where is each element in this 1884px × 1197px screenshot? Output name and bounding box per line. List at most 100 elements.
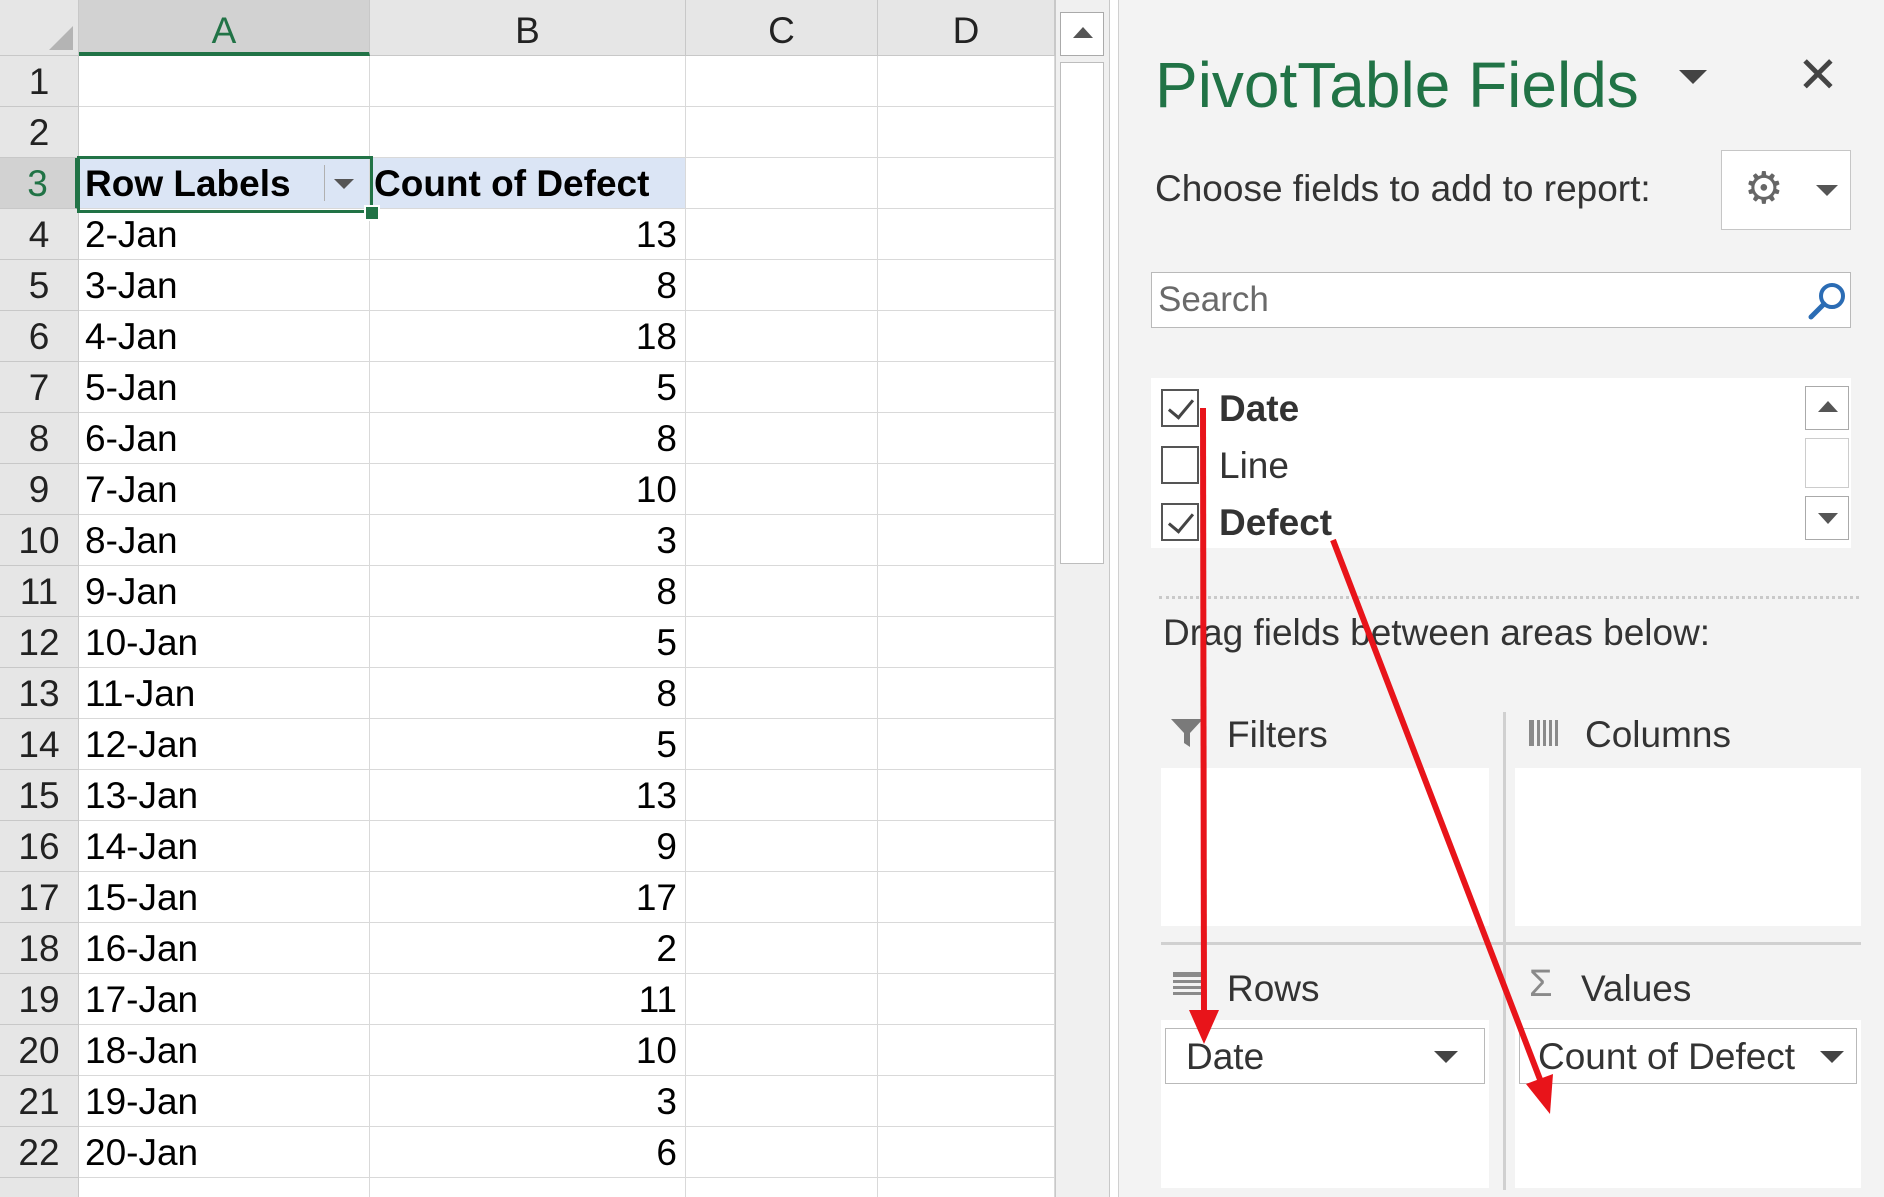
cell-d[interactable]	[878, 1178, 1055, 1197]
cell-c[interactable]	[686, 413, 878, 464]
cell-b[interactable]: 8	[370, 566, 686, 617]
cell-d[interactable]	[878, 1025, 1055, 1076]
cell-d[interactable]	[878, 209, 1055, 260]
pane-options-dropdown-icon[interactable]	[1679, 70, 1707, 84]
cell-d[interactable]	[878, 566, 1055, 617]
row-header[interactable]: 16	[0, 821, 79, 872]
cell-a[interactable]: 10-Jan	[79, 617, 370, 668]
row-header[interactable]: 18	[0, 923, 79, 974]
cell-d[interactable]	[878, 464, 1055, 515]
close-icon[interactable]: ✕	[1797, 50, 1839, 100]
cell-b[interactable]	[370, 1178, 686, 1197]
vertical-scrollbar[interactable]	[1055, 0, 1110, 1197]
cell-d[interactable]	[878, 770, 1055, 821]
cell-d[interactable]	[878, 668, 1055, 719]
cell-d[interactable]	[878, 413, 1055, 464]
chevron-down-icon[interactable]	[1434, 1051, 1458, 1063]
cell-a[interactable]: 17-Jan	[79, 974, 370, 1025]
cell-a[interactable]: 16-Jan	[79, 923, 370, 974]
cell-a[interactable]: 12-Jan	[79, 719, 370, 770]
row-header[interactable]: 11	[0, 566, 79, 617]
row-header[interactable]: 14	[0, 719, 79, 770]
cell-b[interactable]: 17	[370, 872, 686, 923]
cell-b[interactable]: 5	[370, 617, 686, 668]
cell-d[interactable]	[878, 1127, 1055, 1178]
field-checkbox-line[interactable]	[1161, 446, 1199, 484]
cell-b[interactable]: 18	[370, 311, 686, 362]
cell-c[interactable]	[686, 1076, 878, 1127]
cell-b[interactable]: 9	[370, 821, 686, 872]
cell-b[interactable]: 10	[370, 1025, 686, 1076]
cell-c[interactable]	[686, 260, 878, 311]
columns-drop-area[interactable]	[1515, 768, 1861, 926]
cell-d[interactable]	[878, 617, 1055, 668]
cell-b[interactable]	[370, 56, 686, 107]
cell-b[interactable]: 5	[370, 362, 686, 413]
scroll-thumb[interactable]	[1060, 62, 1104, 564]
cell-a[interactable]: 19-Jan	[79, 1076, 370, 1127]
cell-d[interactable]	[878, 260, 1055, 311]
cell-d[interactable]	[878, 923, 1055, 974]
cell-b[interactable]	[370, 107, 686, 158]
cell-c[interactable]	[686, 1178, 878, 1197]
cell-c[interactable]	[686, 107, 878, 158]
cell-c[interactable]	[686, 311, 878, 362]
field-checkbox-date[interactable]	[1161, 389, 1199, 427]
cell-a[interactable]	[79, 56, 370, 107]
cell-c[interactable]	[686, 1025, 878, 1076]
cell-c[interactable]	[686, 617, 878, 668]
cell-a[interactable]: 3-Jan	[79, 260, 370, 311]
cell-c[interactable]	[686, 1127, 878, 1178]
cell-a[interactable]: 2-Jan	[79, 209, 370, 260]
scroll-up-button[interactable]	[1060, 12, 1104, 56]
cell-a[interactable]	[79, 107, 370, 158]
cell-b[interactable]: 11	[370, 974, 686, 1025]
values-field-chip[interactable]: Count of Defect	[1519, 1028, 1857, 1084]
cell-c[interactable]	[686, 872, 878, 923]
cell-d[interactable]	[878, 872, 1055, 923]
rows-field-chip[interactable]: Date	[1165, 1028, 1485, 1084]
row-header[interactable]: 17	[0, 872, 79, 923]
cell-a[interactable]: 14-Jan	[79, 821, 370, 872]
cell-c[interactable]	[686, 668, 878, 719]
column-header-c[interactable]: C	[686, 0, 878, 56]
cell-d[interactable]	[878, 1076, 1055, 1127]
filters-drop-area[interactable]	[1161, 768, 1489, 926]
cell-a[interactable]: 13-Jan	[79, 770, 370, 821]
row-header[interactable]: 9	[0, 464, 79, 515]
cell-a[interactable]: 11-Jan	[79, 668, 370, 719]
row-header[interactable]: 21	[0, 1076, 79, 1127]
cell-d[interactable]	[878, 821, 1055, 872]
cell-a[interactable]: 6-Jan	[79, 413, 370, 464]
field-item-line[interactable]: Line	[1161, 438, 1761, 494]
cell-c[interactable]	[686, 923, 878, 974]
column-header-d[interactable]: D	[878, 0, 1055, 56]
row-header[interactable]: 5	[0, 260, 79, 311]
row-header[interactable]: 20	[0, 1025, 79, 1076]
cell-b[interactable]: 8	[370, 413, 686, 464]
values-drop-area[interactable]: Count of Defect	[1515, 1020, 1861, 1188]
cell-c[interactable]	[686, 821, 878, 872]
row-header[interactable]: 1	[0, 56, 79, 107]
cell-c[interactable]	[686, 719, 878, 770]
column-header-a[interactable]: A	[79, 0, 370, 56]
cell-c[interactable]	[686, 362, 878, 413]
cell-b[interactable]: 8	[370, 260, 686, 311]
cell-b[interactable]: 3	[370, 515, 686, 566]
row-header[interactable]: 8	[0, 413, 79, 464]
cell-b[interactable]: 8	[370, 668, 686, 719]
cell-a[interactable]: 18-Jan	[79, 1025, 370, 1076]
fill-handle[interactable]	[364, 205, 380, 221]
cell-a[interactable]: 15-Jan	[79, 872, 370, 923]
row-header[interactable]: 6	[0, 311, 79, 362]
search-input[interactable]	[1151, 272, 1851, 328]
cell-c[interactable]	[686, 515, 878, 566]
tools-button[interactable]: ⚙	[1721, 150, 1851, 230]
field-list-scroll-down[interactable]	[1805, 496, 1849, 540]
cell-d[interactable]	[878, 107, 1055, 158]
rows-drop-area[interactable]: Date	[1161, 1020, 1489, 1188]
cell-b[interactable]: 13	[370, 770, 686, 821]
cell-b[interactable]: 3	[370, 1076, 686, 1127]
field-item-defect[interactable]: Defect	[1161, 495, 1761, 551]
cell-a[interactable]: 8-Jan	[79, 515, 370, 566]
